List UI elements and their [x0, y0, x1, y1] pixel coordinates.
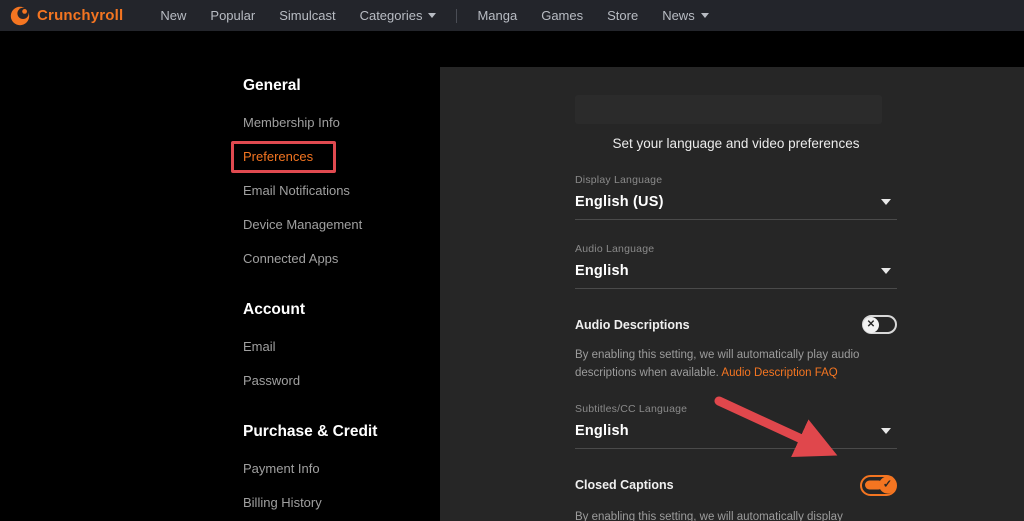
top-navigation: Crunchyroll New Popular Simulcast Catego…	[0, 0, 1024, 31]
subtitles-cc-language-select[interactable]: English	[575, 423, 897, 439]
nav-item-popular[interactable]: Popular	[198, 0, 267, 31]
subtitles-cc-language-value: English	[575, 422, 629, 439]
nav-items: New Popular Simulcast Categories Manga G…	[148, 0, 720, 31]
description-text: By enabling this setting, we will automa…	[575, 510, 843, 521]
subtitles-cc-language-field: Subtitles/CC Language English	[575, 403, 897, 449]
brand-name[interactable]: Crunchyroll	[37, 7, 123, 24]
chevron-down-icon	[700, 13, 709, 18]
sidebar-item-preferences[interactable]: Preferences	[231, 141, 440, 173]
nav-item-label: Store	[607, 8, 639, 23]
chevron-down-icon	[881, 427, 891, 434]
nav-item-label: Games	[541, 8, 584, 23]
closed-captions-row: Closed Captions ✓	[575, 474, 897, 496]
nav-item-label: Popular	[210, 8, 256, 23]
closed-captions-label: Closed Captions	[575, 478, 674, 493]
chevron-down-icon	[881, 268, 891, 274]
sidebar-heading-purchase-credit: Purchase & Credit	[243, 423, 378, 440]
subtitles-cc-language-label: Subtitles/CC Language	[575, 402, 688, 415]
audio-descriptions-toggle[interactable]: ✕	[862, 315, 897, 334]
audio-language-label: Audio Language	[575, 243, 655, 255]
nav-item-manga[interactable]: Manga	[465, 0, 529, 31]
closed-captions-description: By enabling this setting, we will automa…	[575, 509, 875, 521]
sidebar-heading-account: Account	[243, 301, 305, 318]
sidebar-item-membership-info[interactable]: Membership Info	[243, 116, 440, 129]
nav-item-categories[interactable]: Categories	[348, 0, 449, 31]
x-icon: ✕	[866, 318, 876, 330]
settings-sidebar: General Membership Info Preferences Emai…	[0, 31, 440, 521]
nav-item-simulcast[interactable]: Simulcast	[267, 0, 347, 31]
nav-item-games[interactable]: Games	[529, 0, 595, 31]
display-language-field: Display Language English (US)	[575, 174, 897, 220]
sidebar-item-label: Preferences	[243, 149, 314, 164]
nav-item-label: Simulcast	[279, 8, 336, 23]
nav-item-label: News	[662, 8, 695, 23]
nav-item-new[interactable]: New	[148, 0, 198, 31]
audio-language-value: English	[575, 263, 629, 279]
sidebar-item-device-management[interactable]: Device Management	[243, 218, 440, 231]
audio-language-select[interactable]: English	[575, 263, 897, 279]
nav-item-label: New	[160, 8, 187, 23]
display-language-value: English (US)	[575, 194, 664, 210]
audio-language-field: Audio Language English	[575, 243, 897, 289]
sidebar-item-email[interactable]: Email	[243, 340, 440, 353]
crunchyroll-logo-icon	[10, 6, 30, 25]
audio-descriptions-description: By enabling this setting, we will automa…	[575, 347, 875, 383]
sidebar-item-email-notifications[interactable]: Email Notifications	[243, 184, 440, 197]
sidebar-heading-general: General	[243, 77, 301, 94]
sidebar-item-billing-history[interactable]: Billing History	[243, 496, 440, 509]
preferences-panel: Set your language and video preferences …	[440, 67, 1024, 521]
display-language-label: Display Language	[575, 174, 663, 186]
display-language-select[interactable]: English (US)	[575, 194, 897, 210]
nav-item-store[interactable]: Store	[595, 0, 650, 31]
sidebar-item-payment-info[interactable]: Payment Info	[243, 462, 440, 475]
nav-item-label: Manga	[477, 8, 518, 23]
sidebar-item-connected-apps[interactable]: Connected Apps	[243, 252, 440, 265]
toggle-knob: ✕	[863, 316, 879, 333]
audio-descriptions-label: Audio Descriptions	[575, 317, 690, 332]
closed-captions-toggle[interactable]: ✓	[860, 474, 897, 496]
chevron-down-icon	[428, 13, 437, 18]
nav-item-news[interactable]: News	[650, 0, 721, 31]
crunchyroll-logo[interactable]: Crunchyroll	[10, 6, 123, 26]
panel-header-placeholder	[575, 95, 882, 124]
annotation-highlight-box: Preferences	[231, 141, 337, 173]
sidebar-item-password[interactable]: Password	[243, 374, 440, 387]
preferences-form: Set your language and video preferences …	[575, 67, 897, 521]
nav-divider	[456, 8, 458, 23]
panel-title: Set your language and video preferences	[612, 136, 860, 151]
audio-description-faq-link[interactable]: Audio Description FAQ	[721, 367, 837, 379]
toggle-knob: ✓	[879, 476, 896, 494]
nav-item-label: Categories	[359, 8, 423, 23]
chevron-down-icon	[881, 199, 891, 205]
check-icon: ✓	[882, 478, 893, 491]
audio-descriptions-row: Audio Descriptions ✕	[575, 315, 897, 334]
